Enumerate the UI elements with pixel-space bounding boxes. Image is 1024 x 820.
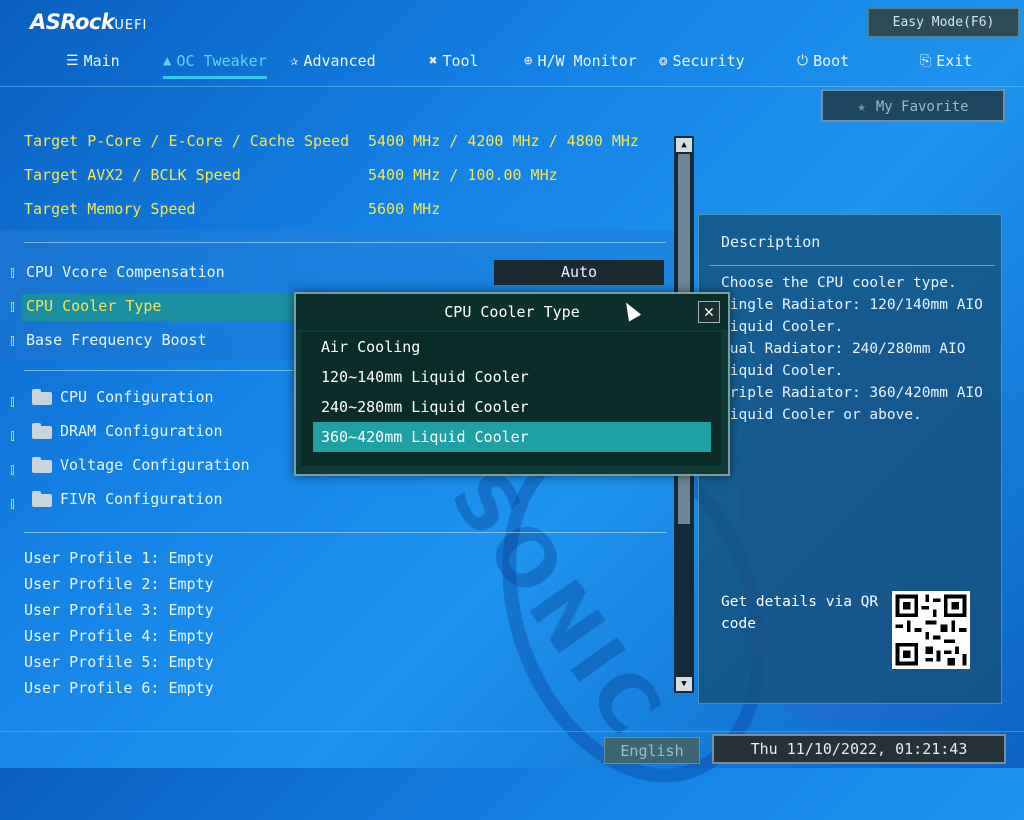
folder-icon	[32, 491, 52, 507]
target-core-speed-label: Target P-Core / E-Core / Cache Speed	[24, 132, 350, 150]
shield-icon: ❂	[659, 53, 668, 69]
user-profile-2[interactable]: User Profile 2: Empty	[24, 575, 214, 593]
my-favorite-button[interactable]: ★ My Favorite	[821, 89, 1005, 122]
tab-boot[interactable]: ⏻ Boot	[797, 50, 849, 80]
description-title: Description	[721, 233, 821, 251]
target-avx2-label: Target AVX2 / BCLK Speed	[24, 166, 241, 184]
description-divider	[709, 265, 995, 266]
asrock-logo: ASRockUEFI	[30, 10, 148, 34]
bullet-icon	[11, 336, 14, 346]
user-profile-1[interactable]: User Profile 1: Empty	[24, 549, 214, 567]
target-memory-value: 5600 MHz	[368, 200, 441, 218]
target-core-speed-value: 5400 MHz / 4200 MHz / 4800 MHz	[368, 132, 639, 150]
folder-icon	[32, 389, 52, 405]
user-profile-3[interactable]: User Profile 3: Empty	[24, 601, 214, 619]
setting-base-frequency-boost[interactable]: Base Frequency Boost	[26, 331, 207, 349]
target-memory-label: Target Memory Speed	[24, 200, 196, 218]
option-120-140mm[interactable]: 120~140mm Liquid Cooler	[313, 362, 711, 392]
folder-icon	[32, 423, 52, 439]
bullet-icon	[11, 397, 14, 407]
tab-tool[interactable]: ✖ Tool	[429, 50, 479, 80]
option-list: Air Cooling 120~140mm Liquid Cooler 240~…	[301, 332, 721, 466]
option-360-420mm[interactable]: 360~420mm Liquid Cooler	[313, 422, 711, 452]
divider	[24, 242, 666, 243]
header-divider	[0, 86, 1024, 87]
menu-dram-configuration[interactable]: DRAM Configuration	[60, 422, 223, 440]
star-icon: ✰	[290, 53, 299, 69]
tab-exit[interactable]: ⎘ Exit	[920, 50, 972, 80]
setting-cpu-cooler-type[interactable]: CPU Cooler Type	[26, 297, 161, 315]
bullet-icon	[11, 268, 14, 278]
divider	[24, 532, 666, 533]
tab-main[interactable]: ☰ Main	[66, 50, 120, 80]
globe-icon: ⊕	[524, 53, 533, 69]
easy-mode-button[interactable]: Easy Mode(F6)	[868, 8, 1019, 37]
bullet-icon	[11, 499, 14, 509]
qr-code-icon	[892, 591, 970, 669]
menu-cpu-configuration[interactable]: CPU Configuration	[60, 388, 214, 406]
tab-advanced[interactable]: ✰ Advanced	[290, 50, 376, 80]
user-profile-4[interactable]: User Profile 4: Empty	[24, 627, 214, 645]
setting-cpu-vcore-compensation[interactable]: CPU Vcore Compensation	[26, 263, 225, 281]
language-button[interactable]: English	[604, 737, 700, 764]
target-avx2-value: 5400 MHz / 100.00 MHz	[368, 166, 558, 184]
description-text: Choose the CPU cooler type. Single Radia…	[721, 275, 983, 423]
close-icon[interactable]: ✕	[698, 301, 720, 323]
power-icon: ⏻	[797, 53, 809, 69]
user-profile-6[interactable]: User Profile 6: Empty	[24, 679, 214, 697]
datetime-display: Thu 11/10/2022, 01:21:43	[712, 734, 1006, 764]
divider	[24, 370, 294, 371]
menu-voltage-configuration[interactable]: Voltage Configuration	[60, 456, 250, 474]
cpu-cooler-type-dialog: CPU Cooler Type ✕ Air Cooling 120~140mm …	[294, 292, 730, 476]
star-icon: ★	[857, 99, 866, 115]
cpu-vcore-compensation-value[interactable]: Auto	[494, 260, 664, 285]
tab-security[interactable]: ❂ Security	[659, 50, 745, 80]
folder-icon	[32, 457, 52, 473]
rocket-icon: ▲	[163, 53, 172, 69]
tab-oc-tweaker[interactable]: ▲ OC Tweaker	[163, 50, 267, 80]
bullet-icon	[11, 431, 14, 441]
scroll-down-icon[interactable]: ▼	[676, 677, 692, 691]
list-icon: ☰	[66, 53, 79, 69]
tools-icon: ✖	[429, 53, 438, 69]
option-240-280mm[interactable]: 240~280mm Liquid Cooler	[313, 392, 711, 422]
scroll-up-icon[interactable]: ▲	[676, 138, 692, 152]
bullet-icon	[11, 465, 14, 475]
dialog-title: CPU Cooler Type	[296, 294, 728, 330]
background-text: SONIC	[432, 454, 682, 756]
option-air-cooling[interactable]: Air Cooling	[313, 332, 711, 362]
exit-icon: ⎘	[920, 53, 932, 69]
description-panel: Description Choose the CPU cooler type. …	[698, 214, 1002, 704]
qr-label: Get details via QR code	[721, 594, 879, 632]
footer-divider	[0, 731, 1024, 732]
user-profile-5[interactable]: User Profile 5: Empty	[24, 653, 214, 671]
bullet-icon	[11, 302, 14, 312]
top-nav: ☰ Main ▲ OC Tweaker ✰ Advanced ✖ Tool ⊕ H/W M…	[0, 50, 1024, 84]
menu-fivr-configuration[interactable]: FIVR Configuration	[60, 490, 223, 508]
tab-hw-monitor[interactable]: ⊕ H/W Monitor	[524, 50, 637, 80]
